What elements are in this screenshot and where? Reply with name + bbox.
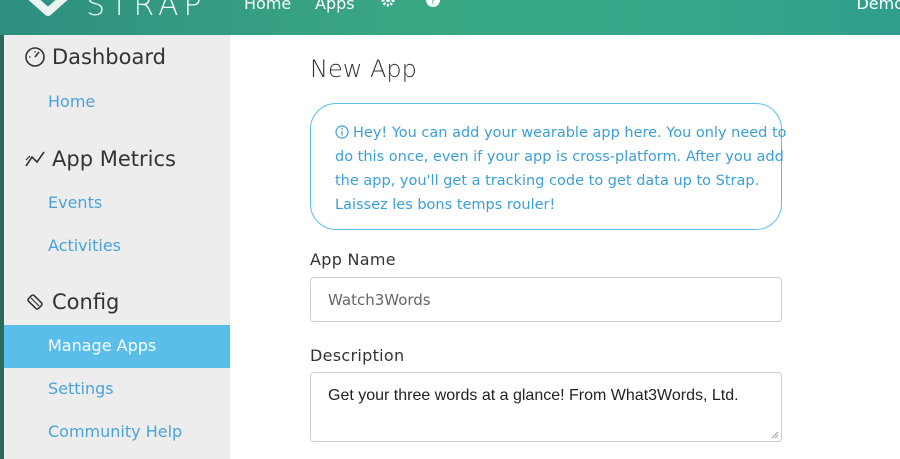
sidebar-section-dashboard: Dashboard — [24, 45, 166, 69]
info-icon — [335, 125, 349, 139]
wrench-icon — [27, 294, 43, 310]
app-name-input[interactable]: Watch3Words — [310, 277, 782, 322]
alert-text-4: Laissez les bons temps rouler! — [335, 197, 556, 213]
sidebar: Dashboard Home App Metrics Events Activi… — [4, 35, 230, 459]
trend-icon — [25, 151, 45, 167]
sidebar-section-app-metrics: App Metrics — [24, 147, 176, 171]
help-icon[interactable]: ? — [425, 0, 441, 8]
alert-text-1: Hey! You can add your wearable app here.… — [353, 125, 787, 141]
description-textarea[interactable]: Get your three words at a glance! From W… — [310, 372, 782, 442]
gear-icon[interactable] — [380, 0, 396, 8]
page-title: New App — [310, 55, 417, 83]
description-value: Get your three words at a glance! From W… — [328, 387, 739, 404]
sidebar-item-home[interactable]: Home — [48, 92, 95, 111]
top-navbar: STRAP Home Apps ? Demo — [0, 0, 900, 35]
sidebar-section-config: Config — [24, 290, 119, 314]
strap-logo-icon[interactable] — [26, 0, 70, 16]
resize-grip-icon[interactable] — [771, 431, 779, 439]
sidebar-section-title: Config — [52, 290, 120, 314]
alert-line: Hey! You can add your wearable app here.… — [335, 121, 787, 145]
sidebar-section-title: Dashboard — [52, 45, 166, 69]
info-alert: Hey! You can add your wearable app here.… — [310, 103, 787, 230]
sidebar-item-manage-apps[interactable]: Manage Apps — [4, 325, 230, 368]
brand-name[interactable]: STRAP — [86, 0, 207, 23]
sidebar-item-community-help[interactable]: Community Help — [48, 422, 182, 441]
sidebar-item-label: Manage Apps — [48, 336, 157, 355]
app-name-value: Watch3Words — [328, 291, 431, 309]
sidebar-item-activities[interactable]: Activities — [48, 236, 121, 255]
sidebar-section-title: App Metrics — [52, 147, 176, 171]
svg-text:?: ? — [430, 0, 435, 7]
gauge-icon — [25, 47, 45, 67]
app-name-label: App Name — [310, 250, 396, 269]
nav-home-link[interactable]: Home — [244, 0, 291, 13]
user-menu[interactable]: Demo — [856, 0, 900, 13]
description-label: Description — [310, 346, 405, 365]
alert-text-3: the app, you'll get a tracking code to g… — [335, 173, 760, 189]
alert-text-2: do this once, even if your app is cross-… — [335, 149, 784, 165]
sidebar-item-settings[interactable]: Settings — [48, 379, 114, 398]
nav-apps-link[interactable]: Apps — [315, 0, 355, 13]
sidebar-item-events[interactable]: Events — [48, 193, 102, 212]
